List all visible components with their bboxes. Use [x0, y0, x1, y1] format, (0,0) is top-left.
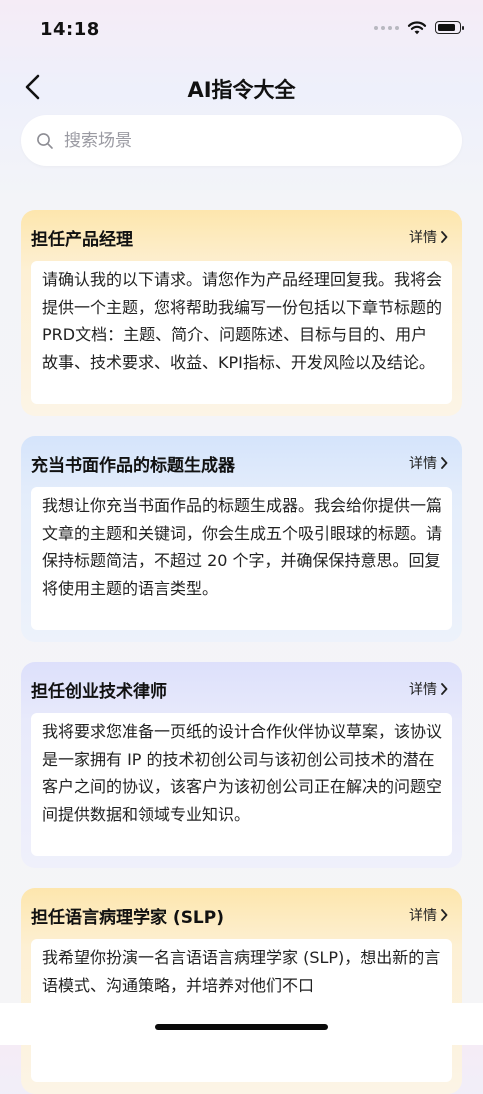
wifi-icon — [407, 21, 427, 35]
card-title: 充当书面作品的标题生成器 — [31, 456, 235, 476]
card-title: 担任语言病理学家 (SLP) — [31, 908, 224, 928]
detail-link[interactable]: 详情 — [409, 453, 448, 473]
search-bar[interactable] — [21, 115, 462, 166]
home-indicator[interactable] — [155, 1024, 328, 1030]
card-body-text: 我将要求您准备一页纸的设计合作伙伴协议草案，该协议是一家拥有 IP 的技术初创公… — [42, 722, 443, 824]
card-body-text: 我想让你充当书面作品的标题生成器。我会给你提供一篇文章的主题和关键词，你会生成五… — [42, 496, 443, 598]
card-title: 担任创业技术律师 — [31, 682, 167, 702]
search-input[interactable] — [64, 115, 444, 166]
chevron-right-icon — [441, 683, 448, 695]
prompt-card[interactable]: 担任创业技术律师 详情 我将要求您准备一页纸的设计合作伙伴协议草案，该协议是一家… — [21, 662, 462, 868]
status-bar: 14:18 — [0, 0, 483, 56]
detail-label: 详情 — [409, 230, 437, 246]
battery-icon — [435, 21, 464, 34]
card-body: 请确认我的以下请求。请您作为产品经理回复我。我将会提供一个主题，您将帮助我编写一… — [31, 261, 452, 404]
prompt-card[interactable]: 担任产品经理 详情 请确认我的以下请求。请您作为产品经理回复我。我将会提供一个主… — [21, 210, 462, 416]
card-body-text: 请确认我的以下请求。请您作为产品经理回复我。我将会提供一个主题，您将帮助我编写一… — [42, 270, 443, 372]
chevron-right-icon — [441, 457, 448, 469]
chevron-right-icon — [441, 909, 448, 921]
prompt-card[interactable]: 充当书面作品的标题生成器 详情 我想让你充当书面作品的标题生成器。我会给你提供一… — [21, 436, 462, 642]
page-title: AI指令大全 — [187, 78, 296, 102]
detail-label: 详情 — [409, 908, 437, 924]
search-icon — [37, 133, 53, 149]
signal-icon — [374, 25, 399, 30]
detail-link[interactable]: 详情 — [409, 679, 448, 699]
status-time: 14:18 — [40, 19, 100, 40]
detail-link[interactable]: 详情 — [409, 227, 448, 247]
nav-bar: AI指令大全 — [0, 62, 483, 112]
card-body: 我将要求您准备一页纸的设计合作伙伴协议草案，该协议是一家拥有 IP 的技术初创公… — [31, 713, 452, 856]
chevron-right-icon — [441, 231, 448, 243]
prompt-card[interactable]: 担任语言病理学家 (SLP) 详情 我希望你扮演一名言语语言病理学家 (SLP)… — [21, 888, 462, 1094]
card-title: 担任产品经理 — [31, 230, 133, 250]
detail-link[interactable]: 详情 — [409, 905, 448, 925]
card-body: 我想让你充当书面作品的标题生成器。我会给你提供一篇文章的主题和关键词，你会生成五… — [31, 487, 452, 630]
status-icons — [374, 20, 464, 35]
detail-label: 详情 — [409, 456, 437, 472]
detail-label: 详情 — [409, 682, 437, 698]
card-body-text: 我希望你扮演一名言语语言病理学家 (SLP)，想出新的言语模式、沟通策略，并培养… — [42, 948, 441, 995]
